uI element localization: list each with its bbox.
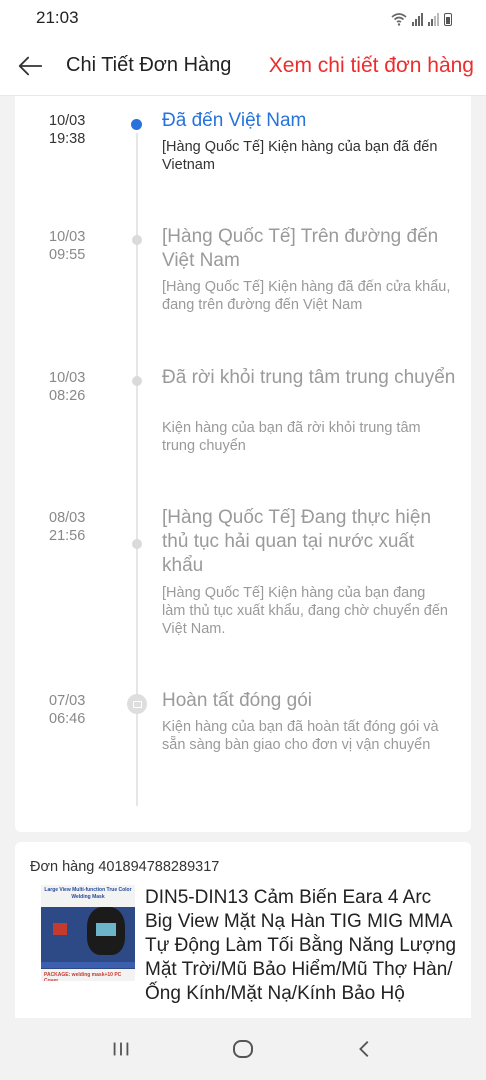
- timeline-dot: [132, 376, 142, 386]
- mask-lens: [96, 923, 116, 936]
- event-title: Đã đến Việt Nam: [162, 110, 307, 131]
- order-id: Đơn hàng 401894788289317: [30, 859, 220, 875]
- event-date: 07/03: [49, 693, 86, 709]
- page-title: Chi Tiết Đơn Hàng: [66, 54, 232, 76]
- event-description: [Hàng Quốc Tế] Kiện hàng của bạn đang là…: [162, 585, 448, 637]
- thumb-caption-top: Large View Multi-function True Color Wel…: [41, 885, 135, 907]
- event-datetime: 10/03 09:55: [49, 228, 119, 264]
- event-title: Đã rời khỏi trung tâm trung chuyển: [162, 367, 456, 388]
- status-icons: [391, 10, 452, 26]
- thumb-accent: [53, 923, 67, 935]
- event-time: 08:26: [49, 388, 86, 404]
- event-description: [Hàng Quốc Tế] Kiện hàng của bạn đã đến …: [162, 139, 438, 173]
- system-nav-bar: [0, 1018, 486, 1080]
- event-date: 10/03: [49, 370, 86, 386]
- event-description: Kiện hàng của bạn đã rời khỏi trung tâm …: [162, 420, 421, 454]
- event-description: Kiện hàng của bạn đã hoàn tất đóng gói v…: [162, 719, 439, 753]
- back-arrow-icon[interactable]: [15, 51, 45, 81]
- event-title: Hoàn tất đóng gói: [162, 690, 313, 711]
- thumb-caption-bottom: PACKAGE: welding mask+10 PC Cover: [41, 969, 135, 981]
- signal-icon: [412, 13, 423, 26]
- event-date: 10/03: [49, 229, 86, 245]
- wifi-icon: [391, 13, 407, 26]
- product-name[interactable]: DIN5-DIN13 Cảm Biến Eara 4 Arc Big View …: [145, 886, 463, 1006]
- battery-icon: [444, 13, 452, 26]
- back-icon[interactable]: [345, 1029, 385, 1069]
- event-datetime: 07/03 06:46: [49, 692, 119, 728]
- timeline-dot-active: [131, 119, 142, 130]
- event-datetime: 10/03 19:38: [49, 112, 119, 148]
- event-datetime: 10/03 08:26: [49, 369, 119, 405]
- package-icon: [127, 694, 147, 714]
- status-time: 21:03: [36, 8, 79, 27]
- event-date: 10/03: [49, 113, 86, 129]
- event-title: [Hàng Quốc Tế] Trên đường đến Việt Nam: [162, 226, 439, 271]
- recent-apps-icon[interactable]: [101, 1029, 141, 1069]
- event-time: 09:55: [49, 247, 86, 263]
- event-title: [Hàng Quốc Tế] Đang thực hiện thủ tục hả…: [162, 507, 432, 576]
- event-time: 19:38: [49, 131, 86, 147]
- view-order-details-link[interactable]: Xem chi tiết đơn hàng: [269, 54, 474, 78]
- timeline-dot: [132, 235, 142, 245]
- product-thumbnail[interactable]: Large View Multi-function True Color Wel…: [41, 885, 135, 981]
- event-description: [Hàng Quốc Tế] Kiện hàng đã đến cửa khẩu…: [162, 279, 451, 313]
- event-time: 21:56: [49, 528, 86, 544]
- status-bar: 21:03: [0, 0, 486, 36]
- thumb-stripe: [41, 962, 135, 968]
- tracking-timeline-card: 10/03 19:38 Đã đến Việt Nam [Hàng Quốc T…: [15, 96, 471, 832]
- home-icon[interactable]: [223, 1029, 263, 1069]
- order-card[interactable]: Đơn hàng 401894788289317 Large View Mult…: [15, 842, 471, 1032]
- signal-icon-2: [428, 13, 439, 26]
- event-datetime: 08/03 21:56: [49, 509, 119, 545]
- event-date: 08/03: [49, 510, 86, 526]
- event-time: 06:46: [49, 711, 86, 727]
- app-bar: Chi Tiết Đơn Hàng Xem chi tiết đơn hàng: [0, 36, 486, 96]
- timeline-dot: [132, 539, 142, 549]
